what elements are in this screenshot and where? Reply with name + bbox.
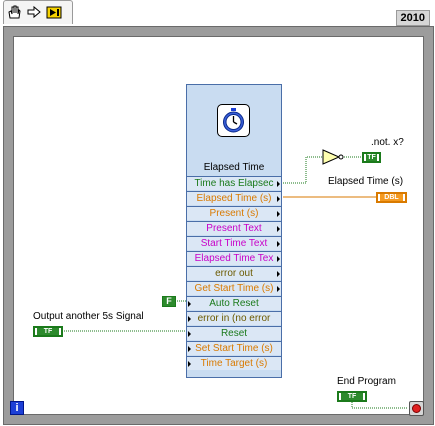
iteration-terminal: i	[10, 401, 24, 415]
output-arrow-icon	[277, 271, 280, 277]
terminal-label: Present (s)	[209, 208, 259, 219]
terminal-time-target-s[interactable]: Time Target (s)	[187, 356, 281, 370]
output-signal-control[interactable]: TF	[33, 326, 63, 337]
stop-icon	[412, 404, 421, 413]
not-x-label: .not. x?	[371, 137, 404, 148]
terminal-error-in-no-error[interactable]: error in (no error	[187, 311, 281, 325]
input-arrow-icon	[188, 361, 191, 367]
end-program-label: End Program	[337, 376, 396, 387]
output-arrow-icon	[277, 241, 280, 247]
output-arrow-icon	[277, 181, 280, 187]
not-function-node	[322, 149, 344, 165]
terminal-error-out[interactable]: error out	[187, 266, 281, 280]
terminal-auto-reset[interactable]: Auto Reset	[187, 296, 281, 310]
terminal-label: Elapsed Time Tex	[194, 253, 274, 264]
end-program-control[interactable]: TF	[337, 391, 367, 402]
auto-reset-false-constant[interactable]: F	[162, 296, 176, 307]
terminal-label: Present Text	[206, 223, 262, 234]
elapsed-time-label: Elapsed Time (s)	[328, 176, 404, 187]
input-arrow-icon	[188, 316, 191, 322]
end-program-wire	[351, 402, 408, 409]
terminal-reset[interactable]: Reset	[187, 326, 281, 340]
terminal-get-start-time-s[interactable]: Get Start Time (s)	[187, 281, 281, 295]
terminal-elapsed-time-s[interactable]: Elapsed Time (s)	[187, 191, 281, 205]
terminal-label: error in (no error	[197, 313, 271, 324]
output-signal-label: Output another 5s Signal	[33, 311, 144, 322]
terminal-label: Get Start Time (s)	[194, 283, 274, 294]
terminal-set-start-time-s[interactable]: Set Start Time (s)	[187, 341, 281, 355]
terminal-label: Elapsed Time (s)	[196, 193, 272, 204]
stopwatch-icon	[217, 104, 250, 137]
output-arrow-icon	[277, 286, 280, 292]
terminal-label: Set Start Time (s)	[195, 343, 273, 354]
terminal-label: Reset	[220, 328, 248, 339]
output-arrow-icon	[277, 226, 280, 232]
terminal-elapsed-time-tex[interactable]: Elapsed Time Tex	[187, 251, 281, 265]
express-vi-title: Elapsed Time	[203, 162, 265, 173]
time-elapsed-wire	[283, 156, 322, 184]
terminal-present-s[interactable]: Present (s)	[187, 206, 281, 220]
input-arrow-icon	[188, 301, 191, 307]
terminal-start-time-text[interactable]: Start Time Text	[187, 236, 281, 250]
not-x-indicator[interactable]: TF	[362, 152, 381, 163]
terminal-label: Auto Reset	[209, 298, 259, 309]
terminal-label: Start Time Text	[200, 238, 268, 249]
elapsed-time-indicator[interactable]: DBL	[376, 192, 407, 203]
terminal-label: error out	[215, 268, 253, 279]
terminal-label: Time has Elapsec	[194, 178, 274, 189]
output-arrow-icon	[277, 256, 280, 262]
input-arrow-icon	[188, 331, 191, 337]
terminal-present-text[interactable]: Present Text	[187, 221, 281, 235]
terminal-time-has-elapsec[interactable]: Time has Elapsec	[187, 176, 281, 190]
input-arrow-icon	[188, 346, 191, 352]
output-arrow-icon	[277, 196, 280, 202]
output-arrow-icon	[277, 211, 280, 217]
terminal-label: Time Target (s)	[200, 358, 268, 369]
